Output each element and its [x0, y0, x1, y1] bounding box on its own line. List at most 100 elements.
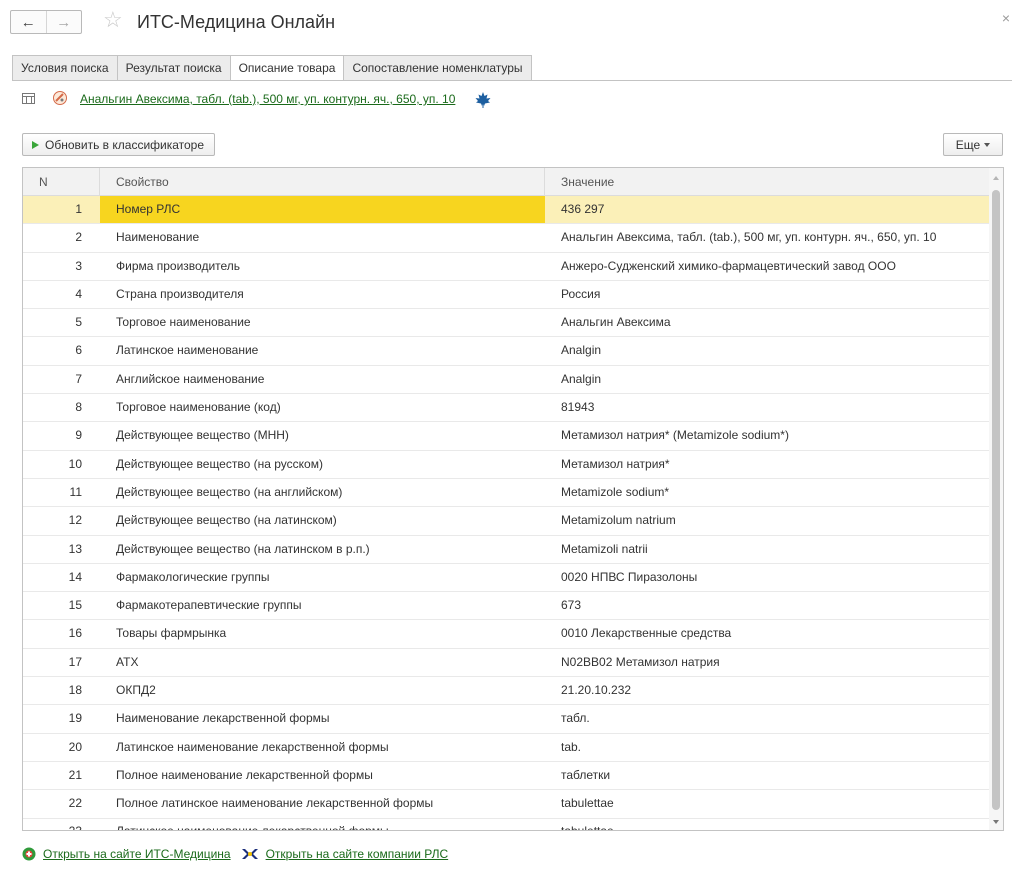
cell-number: 15: [68, 598, 82, 613]
table-row[interactable]: 2 Наименование Анальгин Авексима, табл. (t…: [23, 224, 989, 253]
cell-value: 673: [561, 598, 582, 613]
cell-value: Metamizolum natrium: [561, 513, 676, 528]
cell-number: 19: [68, 711, 82, 726]
cell-number: 9: [75, 428, 82, 443]
title-bar: ← → ☆ ИТС-Медицина Онлайн ×: [0, 0, 1024, 44]
table-row[interactable]: 1 Номер РЛС 436 297: [23, 196, 989, 225]
forward-button[interactable]: →: [45, 11, 82, 33]
open-its-medicine-link[interactable]: Открыть на сайте ИТС-Медицина: [43, 847, 231, 861]
vertical-scrollbar[interactable]: [989, 168, 1003, 830]
cell-property: Торговое наименование (код): [116, 400, 281, 415]
scrollbar-thumb[interactable]: [992, 190, 1000, 810]
tab-nomenclature-matching[interactable]: Сопоставление номенклатуры: [343, 55, 532, 80]
table-row[interactable]: 18 ОКПД2 21.20.10.232: [23, 677, 989, 706]
chevron-down-icon: [984, 142, 991, 147]
cell-property: Фармакотерапевтические группы: [116, 598, 302, 613]
cell-value: табл.: [561, 711, 590, 726]
table-row[interactable]: 9 Действующее вещество (МНН) Метамизол нат…: [23, 422, 989, 451]
table-row[interactable]: 11 Действующее вещество (на английском) Me…: [23, 479, 989, 508]
table-icon: [22, 93, 35, 104]
cell-number: 12: [68, 513, 82, 528]
tab-product-description[interactable]: Описание товара: [229, 55, 345, 81]
cell-property: ATX: [116, 654, 139, 669]
refresh-in-classifier-button[interactable]: Обновить в классификаторе: [22, 133, 216, 156]
cell-number: 22: [68, 796, 82, 811]
column-header-n[interactable]: N: [23, 168, 100, 196]
table-row[interactable]: 22 Полное латинское наименование лекарств…: [23, 790, 989, 819]
table-row[interactable]: 4 Страна производителя Россия: [23, 281, 989, 310]
table-row[interactable]: 19 Наименование лекарственной формы табл.: [23, 705, 989, 734]
cell-value: Metamizoli natrii: [561, 541, 648, 556]
back-button[interactable]: ←: [11, 11, 46, 33]
scroll-up-icon[interactable]: [993, 176, 999, 180]
arrow-right-icon: →: [56, 13, 72, 31]
cell-property: Действующее вещество (на латинском): [116, 513, 337, 528]
table-row[interactable]: 16 Товары фармрынка 0010 Лекарственные сре…: [23, 620, 989, 649]
more-button[interactable]: Еще: [943, 133, 1003, 156]
properties-table: N Свойство Значение 1 Номер РЛС 436 297 2 На…: [22, 167, 1004, 831]
table-row[interactable]: 14 Фармакологические группы 0020 НПВС Пира…: [23, 564, 989, 593]
maple-leaf-icon[interactable]: [474, 91, 492, 109]
table-row[interactable]: 7 Английское наименование Analgin: [23, 366, 989, 395]
cell-property: ОКПД2: [116, 683, 156, 698]
cell-property: Фирма производитель: [116, 258, 241, 273]
table-row[interactable]: 3 Фирма производитель Анжеро-Судженский хи…: [23, 253, 989, 281]
table-row[interactable]: 15 Фармакотерапевтические группы 673: [23, 592, 989, 621]
rls-logo-icon: [241, 849, 258, 859]
tab-search-results[interactable]: Результат поиска: [116, 55, 231, 80]
close-icon[interactable]: ×: [1002, 10, 1010, 26]
table-row[interactable]: 10 Действующее вещество (на русском) Метам…: [23, 451, 989, 479]
favorite-star-icon[interactable]: ☆: [103, 8, 123, 32]
tab-search-conditions[interactable]: Условия поиска: [12, 55, 118, 80]
cell-property: Товары фармрынка: [116, 626, 227, 641]
table-row[interactable]: 5 Торговое наименование Анальгин Авексима: [23, 309, 989, 338]
table-row[interactable]: 17 ATX N02BB02 Метамизол натрия: [23, 649, 989, 678]
cell-property: Латинское наименование: [116, 343, 259, 358]
cell-number: 6: [75, 343, 82, 358]
its-medicine-icon: [22, 847, 36, 861]
cell-value: Metamizole sodium*: [561, 484, 670, 499]
table-row[interactable]: 12 Действующее вещество (на латинском) Met…: [23, 507, 989, 536]
cell-value: таблетки: [561, 767, 611, 782]
cell-value: tab.: [561, 739, 582, 754]
cell-value: 0020 НПВС Пиразолоны: [561, 569, 698, 584]
cell-value: Анальгин Авексима: [561, 315, 671, 330]
table-header: N Свойство Значение: [23, 168, 989, 196]
table-row[interactable]: 21 Полное наименование лекарственной форм…: [23, 762, 989, 791]
refresh-button-label: Обновить в классификаторе: [45, 137, 205, 152]
column-header-property[interactable]: Свойство: [100, 168, 545, 196]
cell-number: 7: [75, 371, 82, 386]
cell-number: 11: [69, 484, 82, 499]
cell-property: Латинское наименование лекарственной фор…: [116, 739, 389, 754]
cell-number: 5: [75, 315, 82, 330]
cell-number: 10: [68, 456, 82, 471]
cell-number: 20: [68, 739, 82, 754]
table-body: 1 Номер РЛС 436 297 2 Наименование Анальгин А…: [23, 196, 989, 830]
cell-property: Действующее вещество (на русском): [116, 456, 323, 471]
cell-property: Номер РЛС: [100, 196, 545, 224]
cell-number: 18: [68, 683, 82, 698]
table-row[interactable]: 20 Латинское наименование лекарственной ф…: [23, 734, 989, 762]
cell-property: Фармакологические группы: [116, 569, 270, 584]
table-row[interactable]: 6 Латинское наименование Analgin: [23, 337, 989, 366]
cell-number: 14: [68, 569, 82, 584]
cell-number: 4: [75, 286, 82, 301]
product-name-link[interactable]: Анальгин Авексима, табл. (tab.), 500 мг,…: [80, 92, 470, 106]
cell-value: 436 297: [561, 202, 605, 216]
table-row[interactable]: 23 Латинское наименование лекарственной ф…: [23, 819, 989, 830]
table-row[interactable]: 8 Торговое наименование (код) 81943: [23, 394, 989, 423]
column-header-value[interactable]: Значение: [545, 168, 989, 196]
cell-value: Analgin: [561, 371, 602, 386]
cell-property: Полное латинское наименование лекарствен…: [116, 796, 434, 811]
scroll-down-icon[interactable]: [993, 820, 999, 824]
cell-value: Анжеро-Судженский химико-фармацевтически…: [561, 258, 896, 273]
cell-property: Торговое наименование: [116, 315, 251, 330]
table-row[interactable]: 13 Действующее вещество (на латинском в р…: [23, 536, 989, 564]
cell-value: Анальгин Авексима, табл. (tab.), 500 мг,…: [561, 230, 937, 245]
cell-property: Страна производителя: [116, 286, 244, 301]
open-rls-site-link[interactable]: Открыть на сайте компании РЛС: [266, 847, 449, 861]
cell-value: 0010 Лекарственные средства: [561, 626, 732, 641]
cell-value: 81943: [561, 400, 595, 415]
cell-value: Россия: [561, 286, 601, 301]
cell-property: Наименование лекарственной формы: [116, 711, 330, 726]
